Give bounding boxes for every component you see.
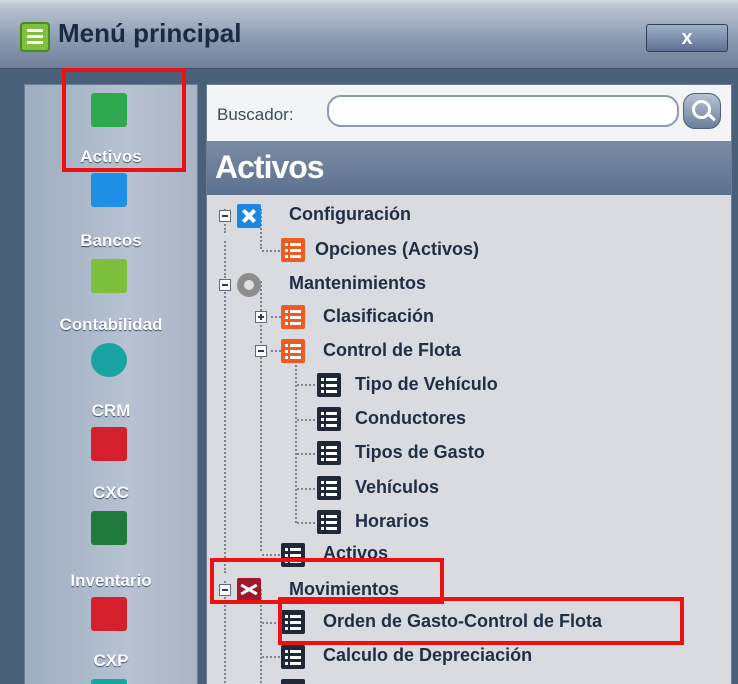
list-icon xyxy=(281,238,305,262)
tree-item-mantenimientos[interactable]: Mantenimientos xyxy=(289,273,426,294)
tree-connector xyxy=(297,384,315,386)
tree-item-opciones-activos[interactable]: Opciones (Activos) xyxy=(315,239,479,260)
section-header: Activos xyxy=(207,141,731,195)
section-title: Activos xyxy=(215,149,325,185)
title-bar[interactable]: Menú principal x xyxy=(0,0,738,69)
list-icon xyxy=(317,441,341,465)
sidebar-item-label: CXP xyxy=(93,651,129,670)
list-icon xyxy=(281,679,305,684)
collapse-toggle[interactable] xyxy=(255,345,267,357)
worker-icon xyxy=(91,511,127,545)
sidebar-item-label: CXC xyxy=(93,483,129,502)
list-icon xyxy=(317,510,341,534)
menu-app-icon xyxy=(20,22,50,52)
tree-connector xyxy=(262,656,280,658)
gear-icon xyxy=(237,273,261,297)
globe-icon xyxy=(91,343,127,377)
list-icon xyxy=(317,476,341,500)
list-icon xyxy=(281,645,305,669)
close-button[interactable]: x xyxy=(646,24,728,52)
person-icon xyxy=(91,427,127,461)
window-title: Menú principal xyxy=(58,18,242,48)
tree-connector xyxy=(297,453,315,455)
tree-connector xyxy=(295,349,297,523)
tree-item-conductores[interactable]: Conductores xyxy=(355,408,466,429)
tree-connector xyxy=(224,273,226,573)
tree-item-configuracion[interactable]: Configuración xyxy=(289,204,411,225)
tree-connector xyxy=(297,522,315,524)
chart-icon xyxy=(91,259,127,293)
module-sidebar: Activos Bancos Contabilidad CRM CXC Inve… xyxy=(24,84,198,684)
tree-connector xyxy=(271,316,281,318)
tree-item-horarios[interactable]: Horarios xyxy=(355,511,429,532)
sidebar-item-label: Bancos xyxy=(80,231,142,250)
tree-connector xyxy=(224,241,226,275)
module-icon xyxy=(91,679,127,684)
tree-item-tipos-de-gasto[interactable]: Tipos de Gasto xyxy=(355,442,485,463)
sidebar-item-label: Inventario xyxy=(70,571,152,590)
highlight-box xyxy=(62,68,186,172)
tree-connector xyxy=(262,554,280,556)
tree-item-vehiculos[interactable]: Vehículos xyxy=(355,477,439,498)
expand-toggle[interactable] xyxy=(255,311,267,323)
tree-connector xyxy=(297,419,315,421)
tree-item-clasificacion[interactable]: Clasificación xyxy=(323,306,434,327)
briefcase-icon xyxy=(91,173,127,207)
tree-connector xyxy=(271,350,281,352)
tools-icon xyxy=(237,204,261,228)
collapse-toggle[interactable] xyxy=(219,210,231,222)
list-icon xyxy=(317,373,341,397)
tree-item-calculo-depreciacion[interactable]: Calculo de Depreciación xyxy=(323,645,532,666)
search-input[interactable] xyxy=(327,95,679,127)
search-label: Buscador: xyxy=(217,105,294,124)
sidebar-item-label: Contabilidad xyxy=(59,315,163,334)
search-icon[interactable] xyxy=(683,93,721,129)
list-icon xyxy=(317,407,341,431)
tree-connector xyxy=(262,250,280,252)
highlight-box xyxy=(278,597,684,645)
collapse-toggle[interactable] xyxy=(219,279,231,291)
list-icon xyxy=(281,305,305,329)
main-menu-window: Menú principal x Activos Bancos Contabil… xyxy=(0,0,738,684)
tree-item-control-de-flota[interactable]: Control de Flota xyxy=(323,340,461,361)
sidebar-item-label: CRM xyxy=(91,401,131,420)
person-money-icon xyxy=(91,597,127,631)
tree-item-tipo-de-vehiculo[interactable]: Tipo de Vehículo xyxy=(355,374,498,395)
tree-connector xyxy=(297,488,315,490)
list-icon xyxy=(281,339,305,363)
